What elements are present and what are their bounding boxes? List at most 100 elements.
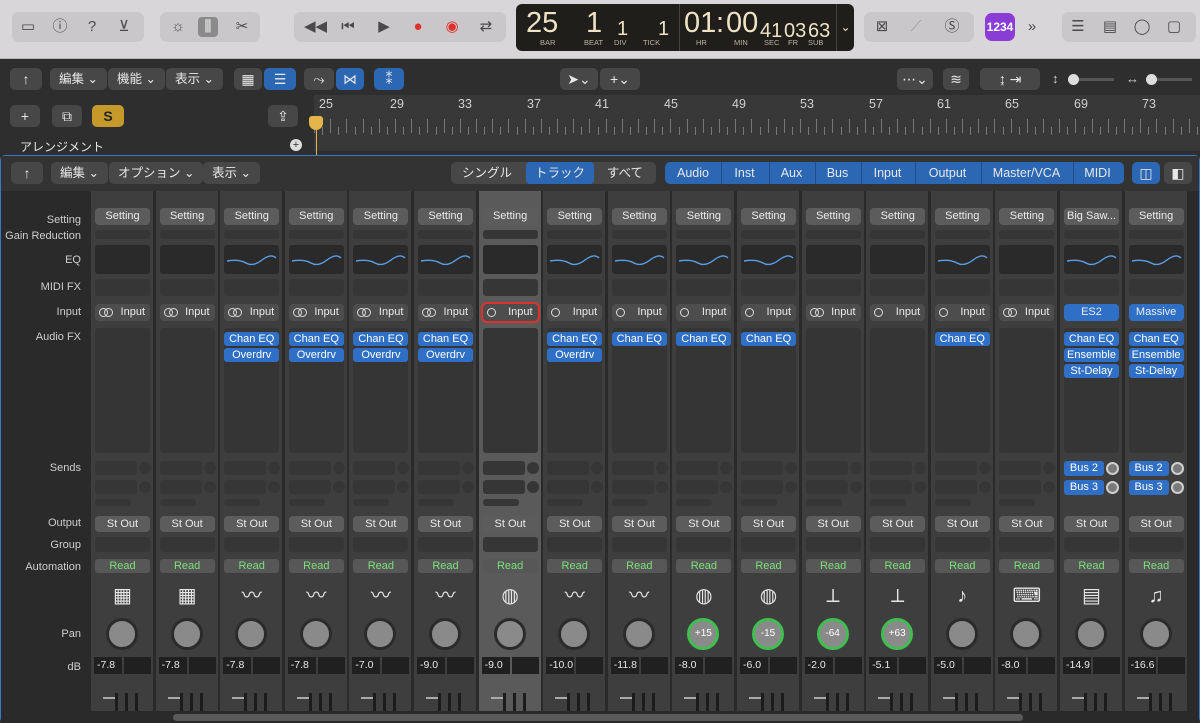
audio-fx-plugin[interactable]: Ensemble xyxy=(1064,348,1119,362)
setting-button[interactable]: Setting xyxy=(224,208,280,225)
mixer-edit-menu[interactable]: 編集 ⌄ xyxy=(51,162,108,184)
filter-master-vca[interactable]: Master/VCA xyxy=(981,162,1071,184)
send-slot-empty[interactable] xyxy=(418,499,454,506)
automation-icon[interactable]: ⤳ xyxy=(304,68,334,90)
send-level-knob[interactable] xyxy=(462,462,474,474)
channel-strip[interactable]: Setting Input Chan EQ Overdrv St Out Read 〰 -7.… xyxy=(220,191,284,711)
channel-strip[interactable]: Setting Input St Out Read ▦ -7.8 xyxy=(91,191,154,711)
automation-mode-button[interactable]: Read xyxy=(676,559,732,573)
mixer-options-menu[interactable]: オプション ⌄ xyxy=(109,162,204,184)
volume-db-display[interactable]: -6.0 xyxy=(740,657,768,674)
horizontal-zoom-slider[interactable] xyxy=(1146,74,1192,85)
eq-thumbnail[interactable] xyxy=(999,245,1055,274)
output-slot[interactable]: St Out xyxy=(418,516,473,532)
volume-db-display[interactable]: -7.8 xyxy=(158,657,187,674)
automation-mode-button[interactable]: Read xyxy=(418,559,473,573)
volume-fader[interactable] xyxy=(483,689,538,711)
automation-mode-button[interactable]: Read xyxy=(870,559,926,573)
audio-fx-area[interactable] xyxy=(547,328,603,453)
send-slot-empty[interactable] xyxy=(999,499,1036,506)
send-slot[interactable] xyxy=(288,461,331,475)
mono-stereo-icon[interactable] xyxy=(745,308,754,317)
capture-record-icon[interactable]: ◉ xyxy=(442,17,462,37)
send-level-knob[interactable] xyxy=(203,481,216,493)
output-slot[interactable]: St Out xyxy=(676,516,732,532)
group-slot[interactable] xyxy=(1128,537,1184,552)
volume-fader[interactable] xyxy=(935,689,990,711)
automation-mode-button[interactable]: Read xyxy=(547,559,603,573)
send-level-knob[interactable] xyxy=(332,481,345,493)
mono-stereo-icon[interactable] xyxy=(874,308,884,317)
group-slot[interactable] xyxy=(288,537,344,552)
pan-knob[interactable] xyxy=(429,618,461,650)
pan-knob[interactable]: -64 xyxy=(816,618,849,650)
replace-icon[interactable]: ⊠ xyxy=(872,17,892,37)
volume-fader[interactable] xyxy=(353,689,408,711)
output-slot[interactable]: St Out xyxy=(741,516,796,532)
pan-knob[interactable] xyxy=(106,618,138,650)
send-level-knob[interactable] xyxy=(849,481,862,493)
eq-thumbnail[interactable] xyxy=(611,245,667,274)
setting-button[interactable]: Setting xyxy=(547,208,603,225)
audio-fx-plugin[interactable]: Ensemble xyxy=(1128,348,1184,362)
midi-fx-slot[interactable] xyxy=(353,279,409,296)
mono-stereo-icon[interactable] xyxy=(680,308,690,317)
send-slot[interactable] xyxy=(676,480,719,494)
filter-bus[interactable]: Bus xyxy=(815,162,859,184)
setting-button[interactable]: Setting xyxy=(418,208,473,225)
volume-fader[interactable] xyxy=(612,689,667,711)
output-slot[interactable]: St Out xyxy=(482,516,538,532)
help-icon[interactable]: ? xyxy=(82,17,102,37)
volume-db-display[interactable]: -14.9 xyxy=(1063,657,1091,674)
midi-fx-slot[interactable] xyxy=(224,279,280,296)
volume-fader[interactable] xyxy=(418,689,473,711)
zoom-fit-icon[interactable]: ↨ ⇥ xyxy=(980,68,1040,90)
waveform-icon[interactable]: 〰 xyxy=(560,584,589,609)
send-slot[interactable] xyxy=(95,480,137,494)
automation-mode-button[interactable]: Read xyxy=(611,559,667,573)
eq-thumbnail[interactable] xyxy=(418,245,473,274)
volume-db-display[interactable]: -7.8 xyxy=(94,657,122,674)
solo-button[interactable]: S xyxy=(92,105,124,127)
volume-db-display[interactable]: -5.1 xyxy=(869,657,898,674)
volume-db-display[interactable]: -11.8 xyxy=(610,657,639,674)
channel-strip[interactable]: Setting Input Chan EQ St Out Read 〰 -11.8 xyxy=(607,191,671,711)
eq-thumbnail[interactable] xyxy=(870,245,926,274)
setting-button[interactable]: Setting xyxy=(611,208,667,225)
audio-fx-area[interactable] xyxy=(870,328,926,453)
setting-button[interactable]: Setting xyxy=(805,208,861,225)
midi-fx-slot[interactable] xyxy=(870,279,926,296)
output-slot[interactable]: St Out xyxy=(547,516,603,532)
setting-button[interactable]: Setting xyxy=(741,208,796,225)
lcd-chevron-icon[interactable]: ⌄ xyxy=(836,4,854,51)
send-slot[interactable] xyxy=(676,461,719,475)
send-level-knob[interactable] xyxy=(1043,481,1056,493)
instrument-slot[interactable]: ES2 xyxy=(1064,304,1119,321)
drum-machine-icon[interactable]: ▦ xyxy=(173,584,202,609)
mono-stereo-icon[interactable] xyxy=(486,308,496,317)
volume-db-display[interactable]: -8.0 xyxy=(998,657,1027,674)
midi-fx-slot[interactable] xyxy=(95,279,150,296)
audio-fx-area[interactable] xyxy=(999,328,1055,453)
add-track-icon[interactable]: + xyxy=(10,105,40,127)
setting-button[interactable]: Setting xyxy=(999,208,1055,225)
send-level-knob[interactable] xyxy=(591,481,604,493)
pan-knob[interactable] xyxy=(170,618,203,650)
group-slot[interactable] xyxy=(999,537,1055,552)
send-slot-empty[interactable] xyxy=(95,499,131,506)
filter-audio[interactable]: Audio xyxy=(667,162,719,184)
input-slot[interactable]: Input xyxy=(288,304,344,321)
send-slot[interactable]: Bus 2 xyxy=(1128,461,1169,476)
input-slot[interactable]: Input xyxy=(480,302,540,323)
send-slot-empty[interactable] xyxy=(224,499,261,506)
eq-thumbnail[interactable] xyxy=(547,245,603,274)
pan-knob[interactable] xyxy=(1010,618,1043,650)
output-slot[interactable]: St Out xyxy=(870,516,926,532)
send-level-knob[interactable] xyxy=(720,462,733,474)
send-slot[interactable] xyxy=(805,461,848,475)
send-level-knob[interactable] xyxy=(978,481,991,493)
send-slot[interactable] xyxy=(934,461,977,475)
automation-mode-button[interactable]: Read xyxy=(1128,559,1184,573)
send-slot[interactable] xyxy=(999,480,1042,494)
midi-fx-slot[interactable] xyxy=(676,279,732,296)
